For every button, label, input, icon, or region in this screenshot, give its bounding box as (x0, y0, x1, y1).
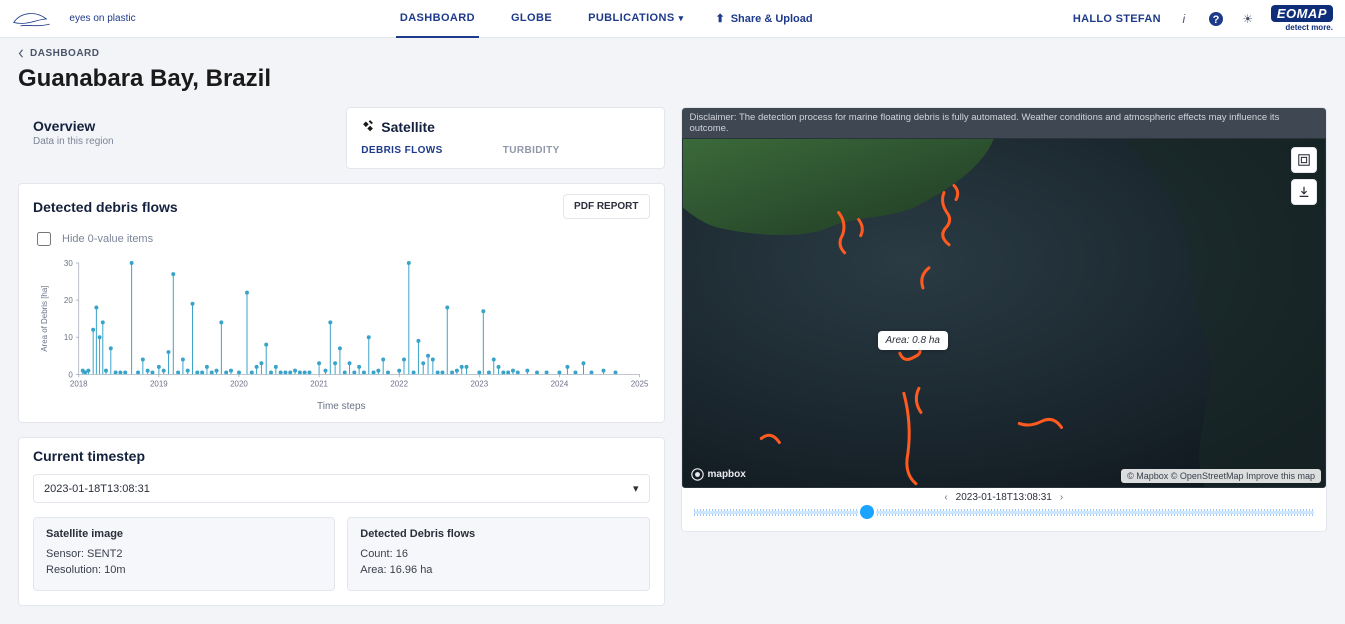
debris-chart-title: Detected debris flows (33, 199, 178, 215)
top-nav: DASHBOARD GLOBE PUBLICATIONS▾ ⬆ Share & … (396, 0, 813, 38)
selector-satellite-title: Satellite (381, 119, 435, 135)
map-disclaimer: Disclaimer: The detection process for ma… (682, 108, 1327, 138)
selector-satellite[interactable]: Satellite DEBRIS FLOWS TURBIDITY (346, 107, 664, 169)
slider-handle[interactable] (860, 505, 874, 519)
nav-upload[interactable]: ⬆ Share & Upload (715, 12, 812, 25)
partner-logo[interactable]: EOMAP detect more. (1271, 5, 1333, 32)
timeline-next[interactable]: › (1060, 492, 1063, 503)
hide-zero-input[interactable] (37, 232, 51, 246)
tab-debris-flows[interactable]: DEBRIS FLOWS (361, 145, 442, 156)
map-card: Disclaimer: The detection process for ma… (681, 107, 1328, 532)
brand-icon (12, 7, 63, 31)
svg-text:2025: 2025 (631, 379, 649, 388)
map-tooltip: Area: 0.8 ha (878, 331, 948, 350)
detected-debris-title: Detected Debris flows (360, 528, 636, 540)
chevron-down-icon: ▾ (679, 13, 684, 23)
svg-text:?: ? (1212, 14, 1219, 26)
svg-text:0: 0 (68, 370, 73, 379)
satellite-map[interactable]: Area: 0.8 ha mapbox © Mapb (682, 138, 1327, 488)
map-measure-button[interactable] (1291, 147, 1317, 173)
satellite-icon (361, 118, 375, 135)
topbar-right: HALLO STEFAN i ? ☀ EOMAP detect more. (1073, 5, 1333, 32)
svg-text:10: 10 (64, 333, 73, 342)
tab-turbidity[interactable]: TURBIDITY (503, 145, 560, 156)
timestep-select[interactable]: 2023-01-18T13:08:31 ▾ (33, 474, 650, 503)
map-timeline-label: ‹ 2023-01-18T13:08:31 › (682, 492, 1327, 503)
satellite-image-card: Satellite image Sensor: SENT2 Resolution… (33, 517, 335, 591)
nav-globe[interactable]: GLOBE (507, 0, 556, 38)
timestep-title: Current timestep (33, 448, 650, 464)
svg-text:20: 20 (64, 296, 73, 305)
chevron-down-icon: ▾ (633, 482, 639, 495)
info-icon[interactable]: i (1175, 10, 1193, 28)
chevron-left-icon (18, 49, 24, 58)
selector-overview-title: Overview (33, 118, 321, 134)
page-title: Guanabara Bay, Brazil (18, 65, 1327, 93)
chart-xlabel: Time steps (33, 401, 650, 412)
timestep-select-value: 2023-01-18T13:08:31 (44, 483, 150, 495)
svg-text:2022: 2022 (390, 379, 408, 388)
pdf-report-button[interactable]: PDF REPORT (563, 194, 649, 219)
map-download-button[interactable] (1291, 179, 1317, 205)
svg-text:2023: 2023 (470, 379, 488, 388)
selector-overview-sub: Data in this region (33, 136, 321, 147)
svg-text:2024: 2024 (551, 379, 569, 388)
upload-icon: ⬆ (715, 12, 724, 25)
svg-text:2020: 2020 (230, 379, 248, 388)
breadcrumb-label: DASHBOARD (30, 48, 100, 59)
nav-dashboard[interactable]: DASHBOARD (396, 0, 479, 38)
user-greeting: HALLO STEFAN (1073, 13, 1161, 25)
svg-text:Area of Debris [ha]: Area of Debris [ha] (40, 286, 49, 352)
detected-debris-card: Detected Debris flows Count: 16 Area: 16… (347, 517, 649, 591)
nav-publications[interactable]: PUBLICATIONS▾ (584, 0, 687, 38)
svg-text:2019: 2019 (150, 379, 168, 388)
brand-text: eyes on plastic (69, 13, 135, 24)
debris-chart[interactable]: 0 10 20 30 2018 2019 2020 2021 2022 2023 2024 2025 A… (19, 253, 664, 422)
mapbox-logo: mapbox (691, 468, 746, 481)
breadcrumb[interactable]: DASHBOARD (18, 48, 1327, 59)
map-timeline-slider[interactable] (694, 503, 1315, 521)
svg-text:30: 30 (64, 259, 73, 268)
selector-overview[interactable]: Overview Data in this region (18, 107, 336, 169)
timeline-prev[interactable]: ‹ (944, 492, 947, 503)
satellite-image-title: Satellite image (46, 528, 322, 540)
timestep-card: Current timestep 2023-01-18T13:08:31 ▾ S… (18, 437, 665, 606)
map-attribution[interactable]: © Mapbox © OpenStreetMap Improve this ma… (1121, 469, 1321, 483)
topbar: eyes on plastic DASHBOARD GLOBE PUBLICAT… (0, 0, 1345, 38)
help-icon[interactable]: ? (1207, 10, 1225, 28)
svg-text:2021: 2021 (310, 379, 328, 388)
brand-logo[interactable]: eyes on plastic (12, 7, 136, 31)
svg-text:2018: 2018 (70, 379, 88, 388)
theme-toggle-icon[interactable]: ☀ (1239, 10, 1257, 28)
debris-chart-card: Detected debris flows PDF REPORT Hide 0-… (18, 183, 665, 423)
hide-zero-checkbox[interactable]: Hide 0-value items (19, 229, 664, 253)
